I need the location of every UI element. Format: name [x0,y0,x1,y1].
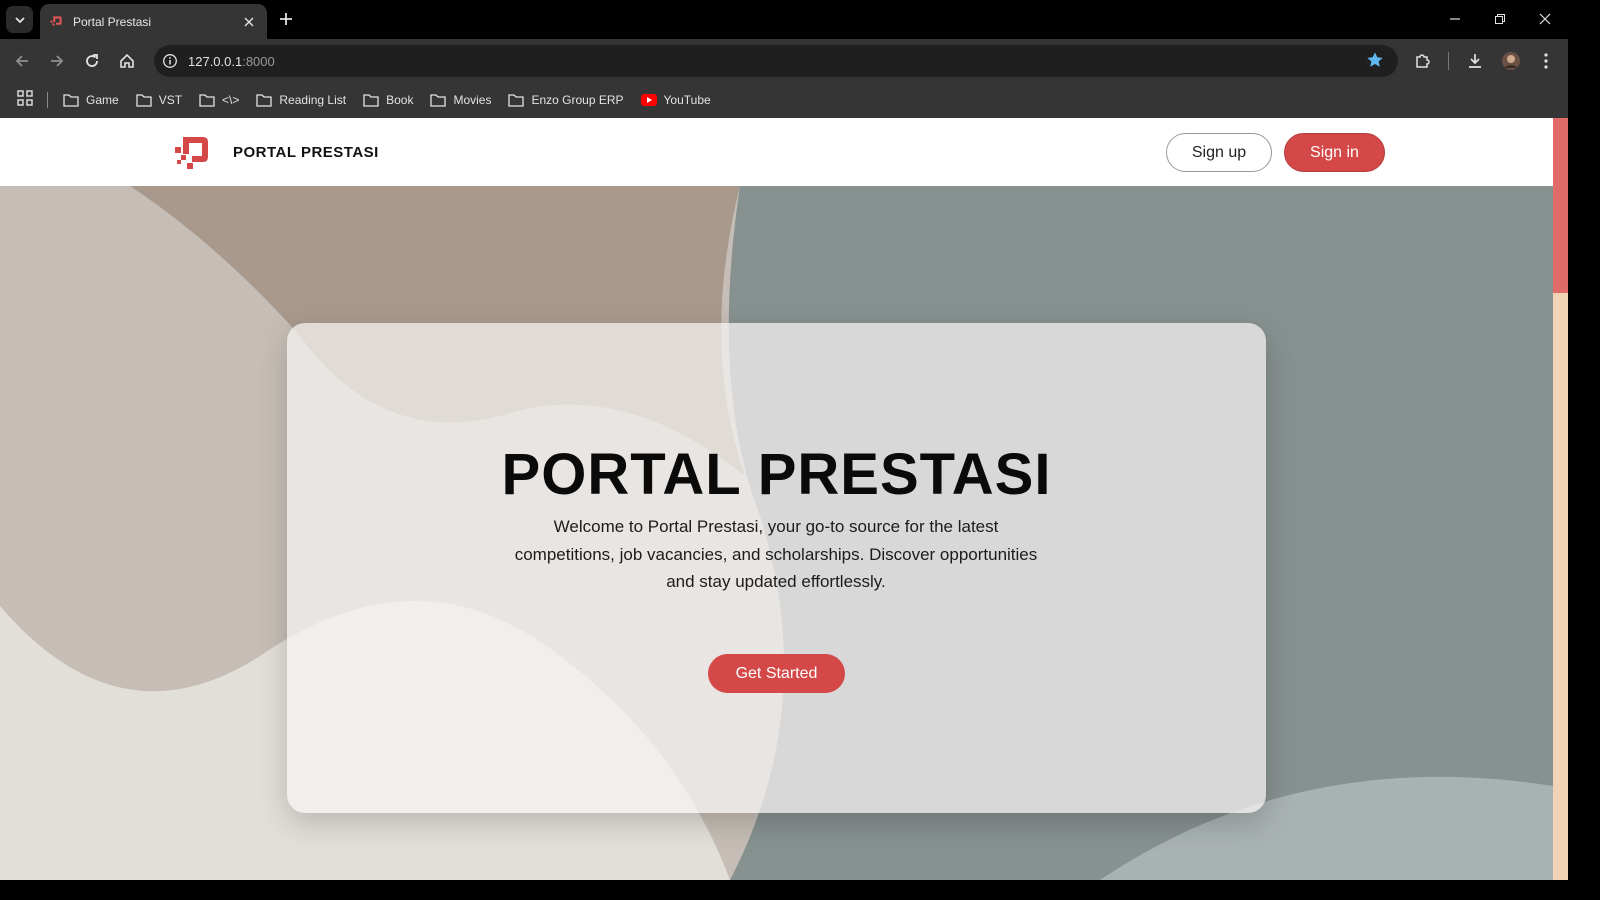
bookmark-youtube[interactable]: YouTube [640,93,711,107]
close-icon [1539,13,1551,25]
folder-icon [199,94,215,107]
bookmark-reading-list[interactable]: Reading List [256,93,346,107]
url-text[interactable]: 127.0.0.1:8000 [188,54,275,69]
tab-search-button[interactable] [6,6,33,33]
folder-icon [430,94,447,107]
minimize-icon [1450,18,1460,20]
arrow-left-icon [15,55,28,67]
forward-button[interactable] [45,49,69,73]
close-window-button[interactable] [1533,7,1557,31]
portal-prestasi-logo [175,137,208,169]
bookmark-code[interactable]: <\> [199,93,239,107]
info-icon[interactable] [162,53,178,69]
bookmarks-divider [47,92,48,108]
minimize-button[interactable] [1443,7,1467,31]
folder-icon [363,94,379,107]
favicon-icon [50,15,62,25]
toolbar-divider [1448,52,1449,70]
kebab-menu-icon [1544,53,1548,69]
bookmark-enzo-group-erp[interactable]: Enzo Group ERP [508,93,624,107]
window-edge [1568,0,1600,900]
hero-card: PORTAL PRESTASI Welcome to Portal Presta… [287,323,1266,813]
bookmarks-bar: Game VST <\> Reading List Book Movies En… [0,82,1600,118]
extensions-button[interactable] [1411,49,1435,73]
back-button[interactable] [10,49,34,73]
get-started-button[interactable]: Get Started [708,654,845,693]
reload-button[interactable] [80,49,104,73]
address-bar[interactable]: 127.0.0.1:8000 [154,45,1398,77]
chevron-down-icon [14,16,25,23]
tab-title: Portal Prestasi [73,14,152,29]
arrow-right-icon [51,55,64,67]
sign-up-button[interactable]: Sign up [1166,133,1272,172]
folder-icon [63,94,79,107]
bookmark-star-icon[interactable] [1366,51,1384,74]
youtube-icon [640,94,657,106]
downloads-button[interactable] [1463,49,1487,73]
reload-icon [86,54,98,67]
new-tab-button[interactable] [276,9,296,29]
plus-icon [280,13,292,25]
restore-button[interactable] [1488,7,1512,31]
sign-in-button[interactable]: Sign in [1284,133,1385,172]
close-icon[interactable] [241,14,257,30]
browser-toolbar: 127.0.0.1:8000 [0,39,1600,82]
scrollbar-thumb[interactable] [1553,118,1568,293]
home-icon [120,53,134,68]
brand-name[interactable]: PORTAL PRESTASI [233,144,379,161]
menu-button[interactable] [1534,49,1558,73]
download-icon [1469,54,1481,68]
site-navbar: PORTAL PRESTASI Sign up Sign in [0,118,1553,186]
bookmark-book[interactable]: Book [363,93,413,107]
profile-avatar[interactable] [1499,49,1523,73]
bookmark-game[interactable]: Game [63,93,119,107]
bookmark-movies[interactable]: Movies [430,93,491,107]
home-button[interactable] [115,49,139,73]
restore-icon [1495,14,1505,24]
bookmark-vst[interactable]: VST [136,93,182,107]
folder-icon [136,94,152,107]
browser-window: Portal Prestasi 127.0.0.1:8000 Game VST … [0,0,1600,900]
folder-icon [256,94,273,107]
window-bottom-edge [0,880,1568,900]
hero-description: Welcome to Portal Prestasi, your go-to s… [514,517,1038,591]
tab-strip: Portal Prestasi [0,0,1600,39]
tab-portal-prestasi[interactable]: Portal Prestasi [40,4,267,39]
page-viewport: PORTAL PRESTASI Sign up Sign in PORTAL P… [0,118,1553,880]
apps-grid-icon[interactable] [17,89,33,111]
hero-title: PORTAL PRESTASI [501,442,1052,507]
page-scrollbar[interactable] [1553,118,1568,880]
folder-icon [508,94,525,107]
avatar-icon [1502,52,1520,70]
puzzle-icon [1416,54,1430,68]
